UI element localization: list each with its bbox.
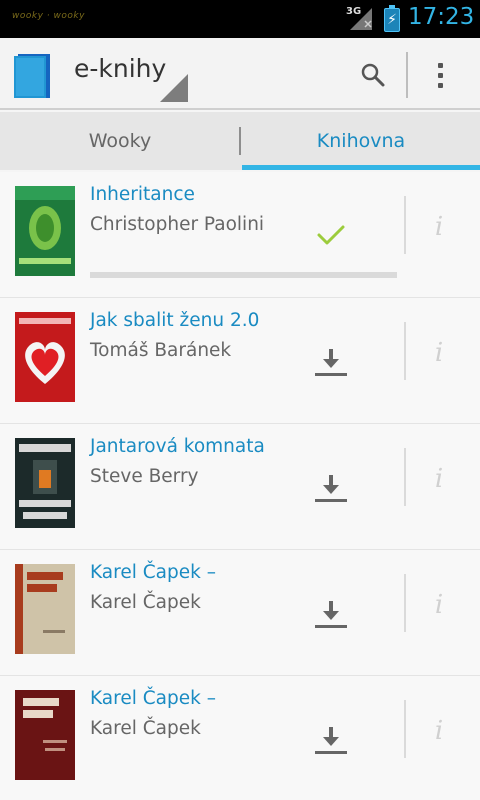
book-author: Steve Berry xyxy=(90,466,199,487)
book-row[interactable]: Karel Čapek – Karel Čapek i xyxy=(0,550,480,676)
notification-text: wooky · wooky xyxy=(12,11,85,21)
info-button[interactable]: i xyxy=(424,210,454,244)
info-button[interactable]: i xyxy=(424,714,454,748)
charging-icon: ⚡ xyxy=(387,12,397,28)
book-row[interactable]: Karel Čapek – Karel Čapek i xyxy=(0,676,480,800)
row-divider xyxy=(404,448,406,506)
book-author: Karel Čapek xyxy=(90,592,201,613)
tab-divider xyxy=(239,127,241,155)
row-divider xyxy=(404,574,406,632)
download-icon[interactable] xyxy=(310,340,352,382)
action-bar-divider xyxy=(406,52,408,98)
book-app-icon[interactable] xyxy=(14,54,50,98)
row-divider xyxy=(404,196,406,254)
battery-icon: ⚡ xyxy=(384,5,400,32)
no-signal-x-icon xyxy=(364,20,372,28)
app-title[interactable]: e-knihy xyxy=(74,54,166,83)
download-progress-bar xyxy=(90,272,397,278)
info-button[interactable]: i xyxy=(424,336,454,370)
search-button[interactable] xyxy=(356,58,390,92)
book-row[interactable]: Jak sbalit ženu 2.0 Tomáš Baránek i xyxy=(0,298,480,424)
row-divider xyxy=(404,700,406,758)
tab-bar: Wooky Knihovna xyxy=(0,112,480,170)
download-icon[interactable] xyxy=(310,592,352,634)
status-bar: wooky · wooky 3G ⚡ 17:23 xyxy=(0,0,480,38)
info-button[interactable]: i xyxy=(424,462,454,496)
book-cover xyxy=(15,438,75,528)
info-button[interactable]: i xyxy=(424,588,454,622)
book-title: Jantarová komnata xyxy=(90,436,265,457)
book-row[interactable]: Jantarová komnata Steve Berry i xyxy=(0,424,480,550)
action-bar: e-knihy xyxy=(0,38,480,110)
book-cover xyxy=(15,564,75,654)
tab-knihovna[interactable]: Knihovna xyxy=(242,112,480,170)
book-author: Christopher Paolini xyxy=(90,214,265,235)
download-icon[interactable] xyxy=(310,718,352,760)
search-icon xyxy=(361,63,385,87)
check-icon xyxy=(317,225,345,245)
tab-wooky[interactable]: Wooky xyxy=(0,112,240,170)
book-title: Jak sbalit ženu 2.0 xyxy=(90,310,260,331)
book-cover xyxy=(15,312,75,402)
book-cover xyxy=(15,690,75,780)
book-row[interactable]: Inheritance Christopher Paolini i xyxy=(0,172,480,298)
book-title: Inheritance xyxy=(90,184,195,205)
overflow-menu-button[interactable] xyxy=(426,58,454,92)
book-author: Karel Čapek xyxy=(90,718,201,739)
download-icon[interactable] xyxy=(310,466,352,508)
clock: 17:23 xyxy=(408,4,475,30)
network-type-label: 3G xyxy=(346,6,362,17)
book-title: Karel Čapek – xyxy=(90,562,216,583)
book-title: Karel Čapek – xyxy=(90,688,216,709)
more-vert-icon xyxy=(437,62,443,68)
spinner-corner-icon[interactable] xyxy=(160,74,188,102)
row-divider xyxy=(404,322,406,380)
book-list: Inheritance Christopher Paolini i Jak sb… xyxy=(0,172,480,800)
book-cover xyxy=(15,186,75,276)
book-author: Tomáš Baránek xyxy=(90,340,232,361)
